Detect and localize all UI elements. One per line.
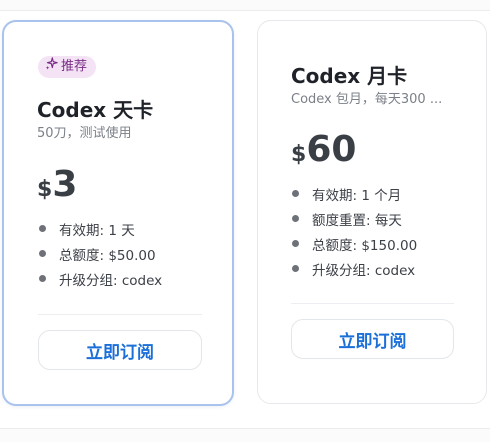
plan-price: $60 [291, 129, 356, 170]
pricing-page: 推荐 Codex 天卡 50刀，测试使用 $3 有效期: 1 天 总额度: $5… [0, 0, 490, 442]
feature-text: 有效期: 1 个月 [312, 187, 402, 204]
card-divider [291, 303, 454, 304]
card-divider [38, 314, 202, 315]
bullet-icon [39, 275, 46, 282]
price-currency: $ [37, 177, 53, 202]
plan-subtitle: Codex 包月，每天300 ... [291, 92, 443, 107]
feature-text: 升级分组: codex [312, 262, 416, 279]
price-amount: 3 [52, 164, 78, 205]
sparkle-icon [45, 56, 58, 78]
feature-text: 有效期: 1 天 [59, 222, 135, 239]
feature-item: 有效期: 1 天 [39, 216, 162, 241]
feature-item: 额度重置: 每天 [292, 206, 417, 231]
bullet-icon [292, 190, 299, 197]
plan-subtitle: 50刀，测试使用 [37, 126, 132, 141]
price-amount: 60 [306, 129, 357, 170]
plan-price: $3 [37, 164, 77, 205]
bullet-icon [292, 265, 299, 272]
feature-item: 总额度: $50.00 [39, 241, 162, 266]
feature-item: 有效期: 1 个月 [292, 181, 417, 206]
bullet-icon [292, 240, 299, 247]
top-divider-strip [0, 0, 490, 11]
feature-list: 有效期: 1 个月 额度重置: 每天 总额度: $150.00 升级分组: co… [292, 181, 417, 281]
plan-title: Codex 天卡 [37, 98, 154, 122]
bullet-icon [39, 250, 46, 257]
plan-card-day[interactable]: 推荐 Codex 天卡 50刀，测试使用 $3 有效期: 1 天 总额度: $5… [2, 20, 234, 406]
bottom-divider-strip [0, 428, 490, 442]
feature-item: 升级分组: codex [292, 256, 417, 281]
feature-list: 有效期: 1 天 总额度: $50.00 升级分组: codex [39, 216, 162, 291]
feature-text: 总额度: $50.00 [59, 247, 156, 264]
plan-card-month[interactable]: Codex 月卡 Codex 包月，每天300 ... $60 有效期: 1 个… [257, 20, 487, 404]
feature-item: 总额度: $150.00 [292, 231, 417, 256]
feature-item: 升级分组: codex [39, 266, 162, 291]
recommended-badge: 推荐 [38, 56, 97, 78]
bullet-icon [292, 215, 299, 222]
badge-label: 推荐 [61, 59, 88, 74]
bullet-icon [39, 225, 46, 232]
price-currency: $ [291, 142, 307, 167]
feature-text: 额度重置: 每天 [312, 212, 402, 229]
feature-text: 总额度: $150.00 [312, 237, 418, 254]
plan-title: Codex 月卡 [291, 64, 408, 88]
subscribe-button-month[interactable]: 立即订阅 [291, 319, 454, 359]
subscribe-button-day[interactable]: 立即订阅 [38, 330, 202, 370]
feature-text: 升级分组: codex [59, 272, 163, 289]
